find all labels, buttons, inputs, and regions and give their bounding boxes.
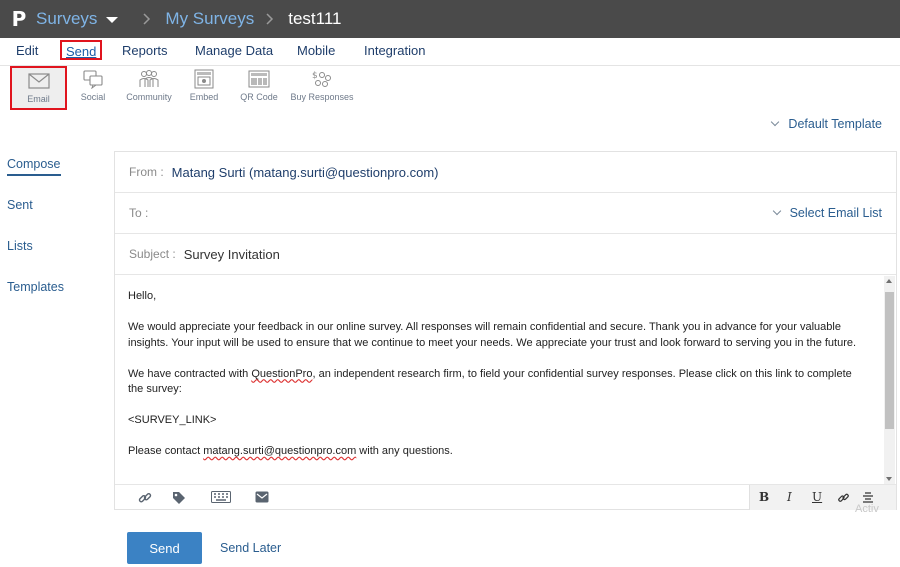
body-paragraph: We would appreciate your feedback in our… — [128, 321, 857, 349]
select-email-list[interactable]: Select Email List — [772, 206, 882, 220]
breadcrumb-separator-icon — [143, 13, 151, 25]
send-sub-nav: Email Social Community Embed QR Code $ B… — [0, 66, 900, 110]
left-menu-compose[interactable]: Compose — [7, 157, 61, 176]
subnav-embed[interactable]: Embed — [187, 66, 221, 108]
subnav-qr-code[interactable]: QR Code — [238, 66, 280, 108]
chevron-down-icon — [772, 206, 781, 216]
subnav-social[interactable]: Social — [75, 66, 111, 108]
scroll-up-icon[interactable] — [886, 279, 892, 283]
nav-edit[interactable]: Edit — [16, 42, 38, 62]
template-selector[interactable]: Default Template — [771, 117, 882, 131]
subject-input[interactable]: Survey Invitation — [184, 247, 280, 262]
to-label: To : — [129, 206, 149, 220]
community-icon — [138, 69, 160, 89]
svg-text:$: $ — [312, 71, 318, 81]
questionpro-logo[interactable]: P — [7, 7, 31, 31]
scroll-thumb[interactable] — [885, 292, 894, 429]
nav-send[interactable]: Send — [60, 40, 103, 60]
nav-integration[interactable]: Integration — [364, 42, 425, 62]
tag-icon[interactable] — [172, 491, 188, 505]
qr-code-icon — [248, 69, 270, 89]
subject-row: Subject : Survey Invitation — [115, 234, 896, 275]
subject-label: Subject : — [129, 247, 176, 261]
compose-panel: From : Matang Surti (matang.surti@questi… — [114, 151, 897, 510]
nav-reports[interactable]: Reports — [122, 42, 168, 62]
scroll-down-icon[interactable] — [886, 477, 892, 481]
from-value[interactable]: Matang Surti (matang.surti@questionpro.c… — [172, 165, 439, 180]
send-button[interactable]: Send — [127, 532, 202, 564]
buy-responses-icon: $ — [310, 69, 334, 89]
bold-button[interactable]: B — [759, 490, 769, 504]
survey-link-tag: <SURVEY_LINK> — [128, 414, 217, 426]
link-icon[interactable] — [837, 492, 850, 507]
top-bar: P Surveys My Surveys test111 — [0, 0, 900, 38]
body-paragraph: Please contact matang.surti@questionpro.… — [128, 445, 453, 457]
editor-toolbar: B I U — [115, 484, 896, 510]
social-icon — [82, 69, 104, 89]
contact-email: matang.surti@questionpro.com — [203, 445, 357, 457]
caret-down-icon — [106, 17, 119, 23]
left-menu-templates[interactable]: Templates — [7, 280, 64, 294]
email-body-editor[interactable]: Hello, We would appreciate your feedback… — [115, 276, 896, 484]
breadcrumb-separator-icon — [266, 13, 274, 25]
mail-template-icon[interactable] — [255, 491, 269, 503]
editor-scrollbar[interactable] — [884, 276, 895, 484]
my-surveys-link[interactable]: My Surveys — [165, 9, 254, 29]
template-label: Default Template — [788, 117, 882, 131]
link-icon[interactable] — [138, 491, 152, 505]
subnav-buy-responses[interactable]: $ Buy Responses — [288, 66, 356, 108]
chevron-down-icon — [771, 117, 780, 127]
italic-button[interactable]: I — [787, 490, 792, 504]
surveys-dropdown[interactable]: Surveys — [36, 9, 119, 29]
nav-mobile[interactable]: Mobile — [297, 42, 335, 62]
subnav-community[interactable]: Community — [121, 66, 177, 108]
activation-watermark: Activ — [855, 503, 879, 515]
main-nav: Edit Send Reports Manage Data Mobile Int… — [0, 38, 900, 66]
brand-name: QuestionPro — [251, 367, 313, 380]
to-row: To : Select Email List — [115, 193, 896, 234]
from-row: From : Matang Surti (matang.surti@questi… — [115, 152, 896, 193]
from-label: From : — [129, 165, 164, 179]
left-menu-lists[interactable]: Lists — [7, 239, 33, 253]
body-paragraph: We have contracted with QuestionPro, an … — [128, 367, 852, 396]
body-greeting: Hello, — [128, 290, 157, 302]
nav-manage-data[interactable]: Manage Data — [195, 42, 273, 62]
survey-name: test111 — [288, 9, 342, 28]
keyboard-icon[interactable] — [211, 491, 231, 503]
send-later-link[interactable]: Send Later — [220, 541, 281, 555]
underline-button[interactable]: U — [812, 490, 822, 504]
embed-icon — [194, 69, 214, 89]
surveys-label: Surveys — [36, 9, 98, 28]
envelope-icon — [27, 71, 50, 91]
subnav-email[interactable]: Email — [10, 66, 67, 110]
left-menu-sent[interactable]: Sent — [7, 198, 33, 212]
